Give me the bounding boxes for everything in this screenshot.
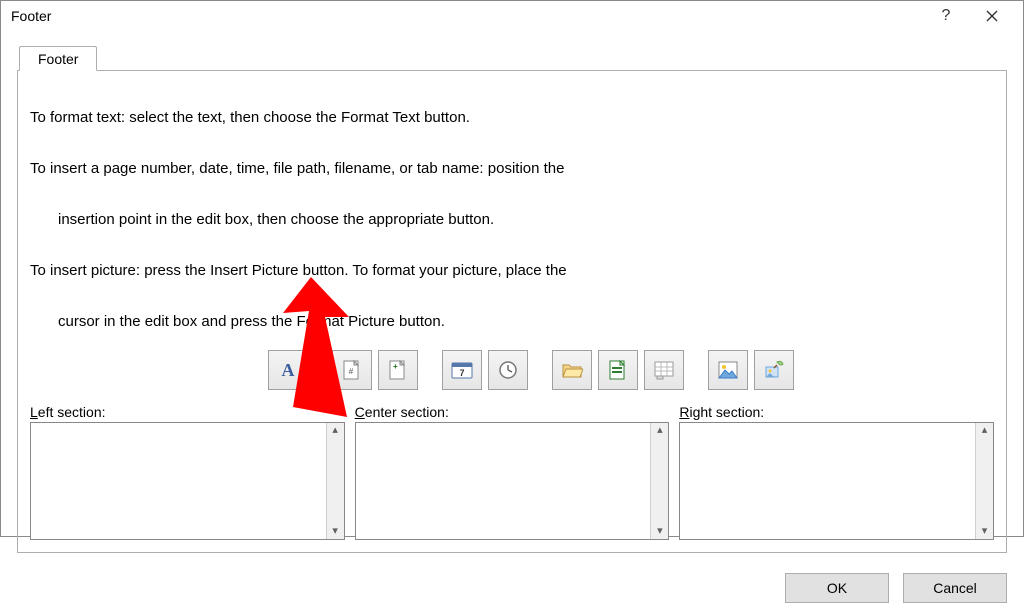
scroll-down-icon: ▾ (982, 526, 988, 537)
sections: Left section: ▴ ▾ Center section: (30, 404, 994, 540)
right-section-box: ▴ ▾ (679, 422, 994, 540)
cancel-button[interactable]: Cancel (903, 573, 1007, 603)
insert-sheet-name-button[interactable] (644, 350, 684, 390)
insert-time-button[interactable] (488, 350, 528, 390)
format-picture-button[interactable] (754, 350, 794, 390)
dialog-buttons: OK Cancel (1, 563, 1023, 615)
insert-file-name-button[interactable] (598, 350, 638, 390)
center-section-label: Center section: (355, 404, 670, 420)
scroll-down-icon: ▾ (332, 526, 338, 537)
right-scrollbar[interactable]: ▴ ▾ (975, 423, 993, 539)
tabstrip: Footer (19, 43, 1007, 71)
toolbar: A # + 7 (30, 350, 994, 390)
scroll-up-icon: ▴ (332, 425, 338, 436)
center-scrollbar[interactable]: ▴ ▾ (650, 423, 668, 539)
svg-text:#: # (349, 367, 354, 376)
ok-button[interactable]: OK (785, 573, 889, 603)
titlebar: Footer ? (1, 1, 1023, 31)
insert-picture-button[interactable] (708, 350, 748, 390)
instr-line1: To format text: select the text, then ch… (30, 109, 470, 126)
insert-file-path-button[interactable] (552, 350, 592, 390)
instr-line2: To insert a page number, date, time, fil… (30, 160, 564, 177)
help-button[interactable]: ? (923, 1, 969, 31)
tabpanel: To format text: select the text, then ch… (17, 70, 1007, 553)
left-section-label: Left section: (30, 404, 345, 420)
scroll-up-icon: ▴ (657, 425, 663, 436)
svg-text:7: 7 (459, 368, 464, 378)
left-section-box: ▴ ▾ (30, 422, 345, 540)
insert-date-button[interactable]: 7 (442, 350, 482, 390)
right-section-input[interactable] (680, 423, 975, 539)
instr-line3: To insert picture: press the Insert Pict… (30, 262, 567, 279)
format-text-button[interactable]: A (268, 350, 308, 390)
instructions-text: To format text: select the text, then ch… (30, 79, 994, 334)
left-section: Left section: ▴ ▾ (30, 404, 345, 540)
scroll-down-icon: ▾ (657, 526, 663, 537)
center-section-input[interactable] (356, 423, 651, 539)
center-section-box: ▴ ▾ (355, 422, 670, 540)
left-scrollbar[interactable]: ▴ ▾ (326, 423, 344, 539)
insert-pages-button[interactable]: + (378, 350, 418, 390)
close-button[interactable] (969, 1, 1015, 31)
instr-line2b: insertion point in the edit box, then ch… (30, 207, 494, 233)
center-section: Center section: ▴ ▾ (355, 404, 670, 540)
instr-line3b: cursor in the edit box and press the For… (30, 309, 445, 335)
scroll-up-icon: ▴ (982, 425, 988, 436)
svg-text:+: + (393, 362, 398, 371)
right-section-label: Right section: (679, 404, 994, 420)
insert-page-number-button[interactable]: # (332, 350, 372, 390)
window-title: Footer (9, 8, 923, 24)
tab-footer[interactable]: Footer (19, 46, 97, 71)
footer-dialog: Footer ? Footer To format text: select t… (0, 0, 1024, 537)
dialog-content: Footer To format text: select the text, … (1, 31, 1023, 563)
left-section-input[interactable] (31, 423, 326, 539)
right-section: Right section: ▴ ▾ (679, 404, 994, 540)
svg-text:A: A (282, 360, 295, 380)
